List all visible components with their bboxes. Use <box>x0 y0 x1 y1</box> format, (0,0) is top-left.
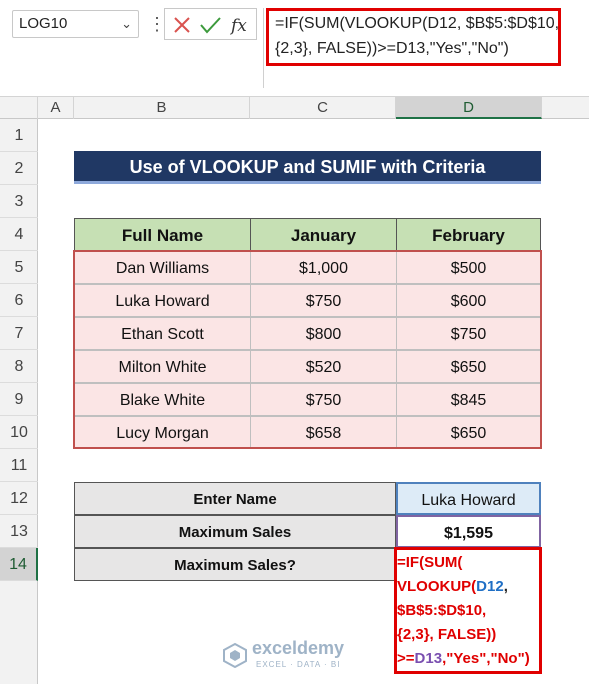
edit-line-3: $B$5:$D$10, <box>397 602 487 619</box>
formula-line-1: =IF(SUM(VLOOKUP(D12, $B$5:$D$10, <box>275 15 560 32</box>
maximum-sales-question-label[interactable]: Maximum Sales? <box>74 548 396 581</box>
edit-ref-d13: D13 <box>414 650 443 667</box>
watermark: exceldemy EXCEL · DATA · BI <box>222 636 372 676</box>
column-header-a[interactable]: A <box>38 97 74 119</box>
cancel-icon[interactable] <box>174 17 190 33</box>
name-box-value: LOG10 <box>19 15 68 32</box>
edit-line-5: >=D13,"Yes","No") <box>397 647 539 671</box>
chevron-down-icon[interactable]: ⌄ <box>121 11 132 37</box>
lookup-range-highlight <box>73 250 542 449</box>
row-header-13[interactable]: 13 <box>0 515 38 548</box>
cell-formula-editor[interactable]: =IF(SUM( VLOOKUP(D12, $B$5:$D$10, {2,3}, FA… <box>397 551 539 671</box>
row-header-8[interactable]: 8 <box>0 350 38 383</box>
row-headers: 1 2 3 4 5 6 7 8 9 10 11 12 13 14 <box>0 119 38 684</box>
row-header-3[interactable]: 3 <box>0 185 38 218</box>
row-header-14[interactable]: 14 <box>0 548 38 581</box>
formula-controls: fx <box>164 8 257 40</box>
formula-text[interactable]: =IF(SUM(VLOOKUP(D12, $B$5:$D$10, {2,3}, F… <box>275 11 560 61</box>
column-headers: A B C D <box>0 97 589 119</box>
maximum-sales-cell[interactable]: $1,595 <box>396 515 541 548</box>
formula-bar-area: LOG10 ⌄ ⋮ fx =IF(SUM(VLOOKUP(D12, $B$5:$… <box>0 0 589 97</box>
row-header-6[interactable]: 6 <box>0 284 38 317</box>
edit-ref-d12: D12 <box>476 578 504 595</box>
edit-vlookup: VLOOKUP( <box>397 578 477 595</box>
row-header-2[interactable]: 2 <box>0 152 38 185</box>
edit-tail: ,"Yes","No") <box>442 650 530 667</box>
row-header-5[interactable]: 5 <box>0 251 38 284</box>
formula-line-2: {2,3}, FALSE))>=D13,"Yes","No") <box>275 40 509 57</box>
enter-name-label[interactable]: Enter Name <box>74 482 396 515</box>
column-header-d[interactable]: D <box>396 97 542 119</box>
row-header-4[interactable]: 4 <box>0 218 38 251</box>
enter-name-cell[interactable]: Luka Howard <box>396 482 541 515</box>
watermark-name: exceldemy <box>252 638 345 658</box>
edit-line-1: =IF(SUM( <box>397 554 463 571</box>
row-header-10[interactable]: 10 <box>0 416 38 449</box>
enter-check-icon[interactable] <box>200 17 221 34</box>
header-february[interactable]: February <box>396 218 541 251</box>
more-options-icon[interactable]: ⋮ <box>148 11 166 37</box>
edit-line-2: VLOOKUP(D12, <box>397 575 539 599</box>
row-header-1[interactable]: 1 <box>0 119 38 152</box>
row-header-7[interactable]: 7 <box>0 317 38 350</box>
watermark-tagline: EXCEL · DATA · BI <box>256 660 341 669</box>
name-box[interactable]: LOG10 ⌄ <box>12 10 139 38</box>
edit-gte: >= <box>397 650 415 667</box>
formula-buttons-svg: fx <box>174 16 247 36</box>
header-january[interactable]: January <box>250 218 397 251</box>
edit-line-4: {2,3}, FALSE)) <box>397 626 497 643</box>
row-header-9[interactable]: 9 <box>0 383 38 416</box>
header-full-name[interactable]: Full Name <box>74 218 251 251</box>
svg-text:fx: fx <box>229 16 247 36</box>
row-header-12[interactable]: 12 <box>0 482 38 515</box>
exceldemy-logo-icon <box>223 642 247 668</box>
row-header-11[interactable]: 11 <box>0 449 38 482</box>
edit-comma: , <box>503 578 508 595</box>
column-header-c[interactable]: C <box>250 97 396 119</box>
maximum-sales-label[interactable]: Maximum Sales <box>74 515 396 548</box>
select-all-corner[interactable] <box>0 97 38 119</box>
column-header-b[interactable]: B <box>74 97 250 119</box>
sheet-title[interactable]: Use of VLOOKUP and SUMIF with Criteria <box>74 151 541 184</box>
insert-function-icon[interactable]: fx <box>229 16 247 36</box>
